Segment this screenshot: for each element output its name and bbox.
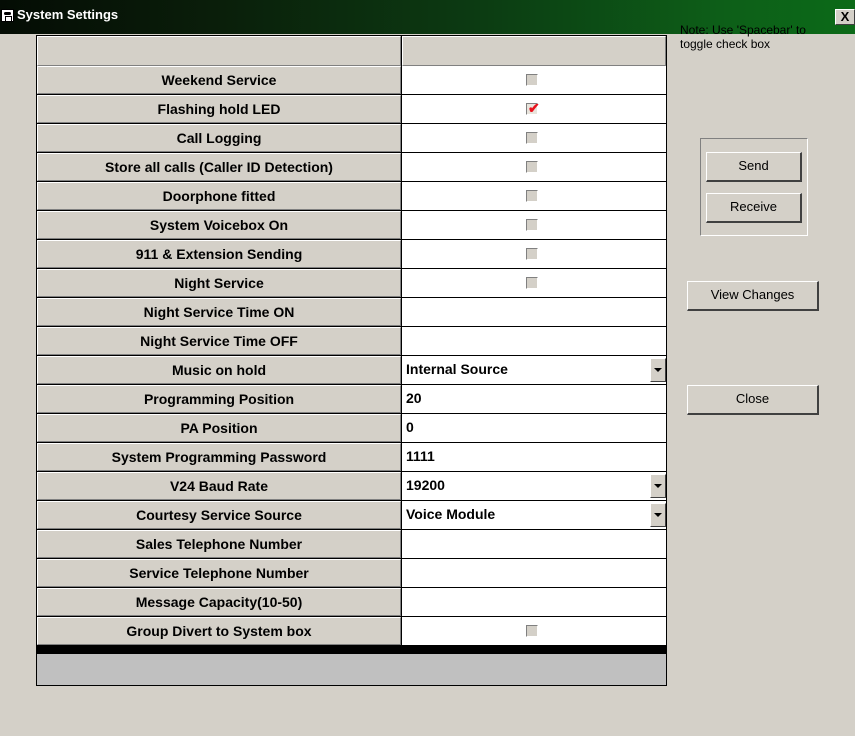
setting-row: Night Service Time OFF xyxy=(37,327,666,355)
setting-checkbox-cell[interactable]: ✔ xyxy=(402,95,666,123)
setting-row: Programming Position 20 xyxy=(37,385,666,413)
setting-checkbox-cell[interactable] xyxy=(402,124,666,152)
setting-input[interactable]: 1111 xyxy=(402,443,666,471)
dropdown-button[interactable] xyxy=(650,474,666,498)
dropdown-button[interactable] xyxy=(650,358,666,382)
setting-input[interactable] xyxy=(402,559,666,587)
grid-header-label xyxy=(37,36,401,66)
settings-grid: Weekend Service Flashing hold LED ✔ Call Lo… xyxy=(36,35,667,686)
setting-dropdown[interactable]: 19200 xyxy=(402,472,666,500)
setting-row: Sales Telephone Number xyxy=(37,530,666,558)
setting-label: Service Telephone Number xyxy=(37,559,401,587)
setting-checkbox[interactable] xyxy=(526,625,538,637)
setting-row: Music on hold Internal Source xyxy=(37,356,666,384)
setting-dropdown[interactable]: Voice Module xyxy=(402,501,666,529)
setting-row: Service Telephone Number xyxy=(37,559,666,587)
setting-row: Store all calls (Caller ID Detection) xyxy=(37,153,666,181)
setting-input[interactable]: 20 xyxy=(402,385,666,413)
setting-checkbox[interactable] xyxy=(526,132,538,144)
setting-row: Call Logging xyxy=(37,124,666,152)
setting-label: Programming Position xyxy=(37,385,401,413)
setting-checkbox-cell[interactable] xyxy=(402,66,666,94)
setting-row: System Voicebox On xyxy=(37,211,666,239)
setting-value: Internal Source xyxy=(406,361,508,377)
close-button[interactable]: Close xyxy=(687,385,819,415)
setting-checkbox[interactable] xyxy=(526,161,538,173)
setting-label: Weekend Service xyxy=(37,66,401,94)
setting-checkbox[interactable]: ✔ xyxy=(526,100,540,116)
setting-row: Message Capacity(10-50) xyxy=(37,588,666,616)
setting-row: Courtesy Service Source Voice Module xyxy=(37,501,666,529)
setting-checkbox-cell[interactable] xyxy=(402,153,666,181)
setting-label: System Voicebox On xyxy=(37,211,401,239)
setting-checkbox[interactable] xyxy=(526,74,538,86)
phone-icon xyxy=(1,9,14,22)
setting-checkbox-cell[interactable] xyxy=(402,240,666,268)
setting-label: System Programming Password xyxy=(37,443,401,471)
setting-row: V24 Baud Rate 19200 xyxy=(37,472,666,500)
setting-row: Weekend Service xyxy=(37,66,666,94)
setting-label: Group Divert to System box xyxy=(37,617,401,645)
setting-label: Store all calls (Caller ID Detection) xyxy=(37,153,401,181)
setting-checkbox[interactable] xyxy=(526,190,538,202)
setting-row: 911 & Extension Sending xyxy=(37,240,666,268)
setting-label: 911 & Extension Sending xyxy=(37,240,401,268)
setting-row: Night Service Time ON xyxy=(37,298,666,326)
setting-checkbox-cell[interactable] xyxy=(402,182,666,210)
setting-checkbox[interactable] xyxy=(526,248,538,260)
spacebar-note: Note: Use 'Spacebar' to toggle check box xyxy=(680,23,806,51)
setting-label: Courtesy Service Source xyxy=(37,501,401,529)
setting-value: Voice Module xyxy=(406,506,496,522)
send-button[interactable]: Send xyxy=(706,152,802,182)
setting-row: Flashing hold LED ✔ xyxy=(37,95,666,123)
setting-value: 1111 xyxy=(406,448,435,464)
setting-value: 19200 xyxy=(406,477,445,493)
setting-label: Doorphone fitted xyxy=(37,182,401,210)
setting-checkbox[interactable] xyxy=(526,219,538,231)
setting-checkbox-cell[interactable] xyxy=(402,269,666,297)
view-changes-button[interactable]: View Changes xyxy=(687,281,819,311)
setting-label: Music on hold xyxy=(37,356,401,384)
setting-value: 20 xyxy=(406,390,422,406)
setting-label: V24 Baud Rate xyxy=(37,472,401,500)
setting-input[interactable] xyxy=(402,298,666,326)
setting-dropdown[interactable]: Internal Source xyxy=(402,356,666,384)
setting-label: Message Capacity(10-50) xyxy=(37,588,401,616)
check-mark-icon: ✔ xyxy=(528,100,540,116)
setting-row: Group Divert to System box xyxy=(37,617,666,645)
setting-label: Sales Telephone Number xyxy=(37,530,401,558)
setting-checkbox-cell[interactable] xyxy=(402,211,666,239)
setting-checkbox-cell[interactable] xyxy=(402,617,666,645)
setting-checkbox[interactable] xyxy=(526,277,538,289)
setting-value: 0 xyxy=(406,419,414,435)
receive-button[interactable]: Receive xyxy=(706,193,802,223)
grid-footer xyxy=(37,654,666,685)
window-title: System Settings xyxy=(17,7,119,22)
setting-label: Night Service Time ON xyxy=(37,298,401,326)
setting-label: Night Service Time OFF xyxy=(37,327,401,355)
setting-input[interactable] xyxy=(402,530,666,558)
setting-input[interactable] xyxy=(402,588,666,616)
chevron-down-icon xyxy=(654,484,662,488)
chevron-down-icon xyxy=(654,368,662,372)
setting-input[interactable] xyxy=(402,327,666,355)
setting-label: Flashing hold LED xyxy=(37,95,401,123)
setting-input[interactable]: 0 xyxy=(402,414,666,442)
setting-row: System Programming Password 1111 xyxy=(37,443,666,471)
setting-row: Doorphone fitted xyxy=(37,182,666,210)
chevron-down-icon xyxy=(654,513,662,517)
setting-label: Call Logging xyxy=(37,124,401,152)
setting-row: PA Position 0 xyxy=(37,414,666,442)
setting-label: Night Service xyxy=(37,269,401,297)
setting-row: Night Service xyxy=(37,269,666,297)
dropdown-button[interactable] xyxy=(650,503,666,527)
grid-header-value xyxy=(402,36,666,66)
setting-label: PA Position xyxy=(37,414,401,442)
